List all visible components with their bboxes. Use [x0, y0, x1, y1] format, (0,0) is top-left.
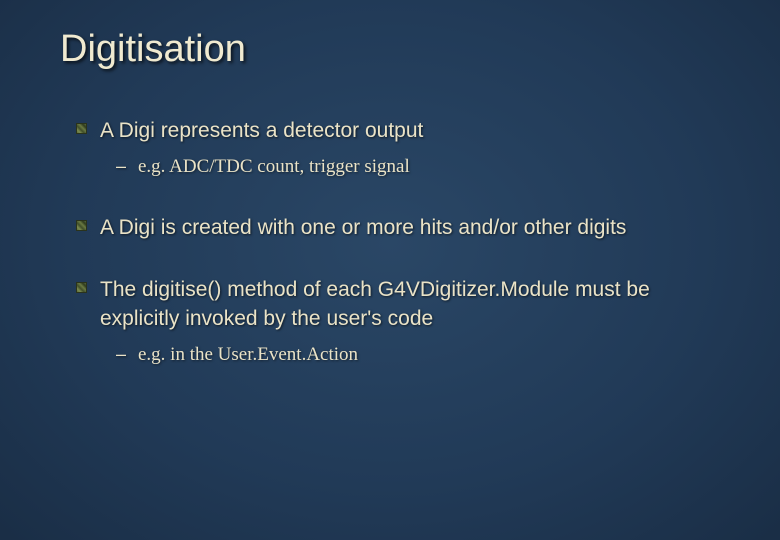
bullet-item: A Digi is created with one or more hits … [76, 214, 720, 242]
bullet-text: A Digi is created with one or more hits … [100, 216, 626, 239]
sub-bullet-text: e.g. in the User.Event.Action [138, 344, 358, 365]
bullet-text: A Digi represents a detector output [100, 119, 423, 142]
slide-title: Digitisation [60, 28, 720, 71]
slide: Digitisation A Digi represents a detecto… [0, 0, 780, 540]
sub-bullet-item: e.g. in the User.Event.Action [116, 343, 720, 368]
bullet-list: A Digi represents a detector output e.g.… [76, 117, 720, 368]
sub-bullet-list: e.g. in the User.Event.Action [116, 343, 720, 368]
sub-bullet-text: e.g. ADC/TDC count, trigger signal [138, 156, 410, 177]
sub-bullet-item: e.g. ADC/TDC count, trigger signal [116, 155, 720, 180]
bullet-text: The digitise() method of each G4VDigitiz… [100, 278, 650, 329]
bullet-item: The digitise() method of each G4VDigitiz… [76, 276, 720, 367]
bullet-item: A Digi represents a detector output e.g.… [76, 117, 720, 180]
sub-bullet-list: e.g. ADC/TDC count, trigger signal [116, 155, 720, 180]
